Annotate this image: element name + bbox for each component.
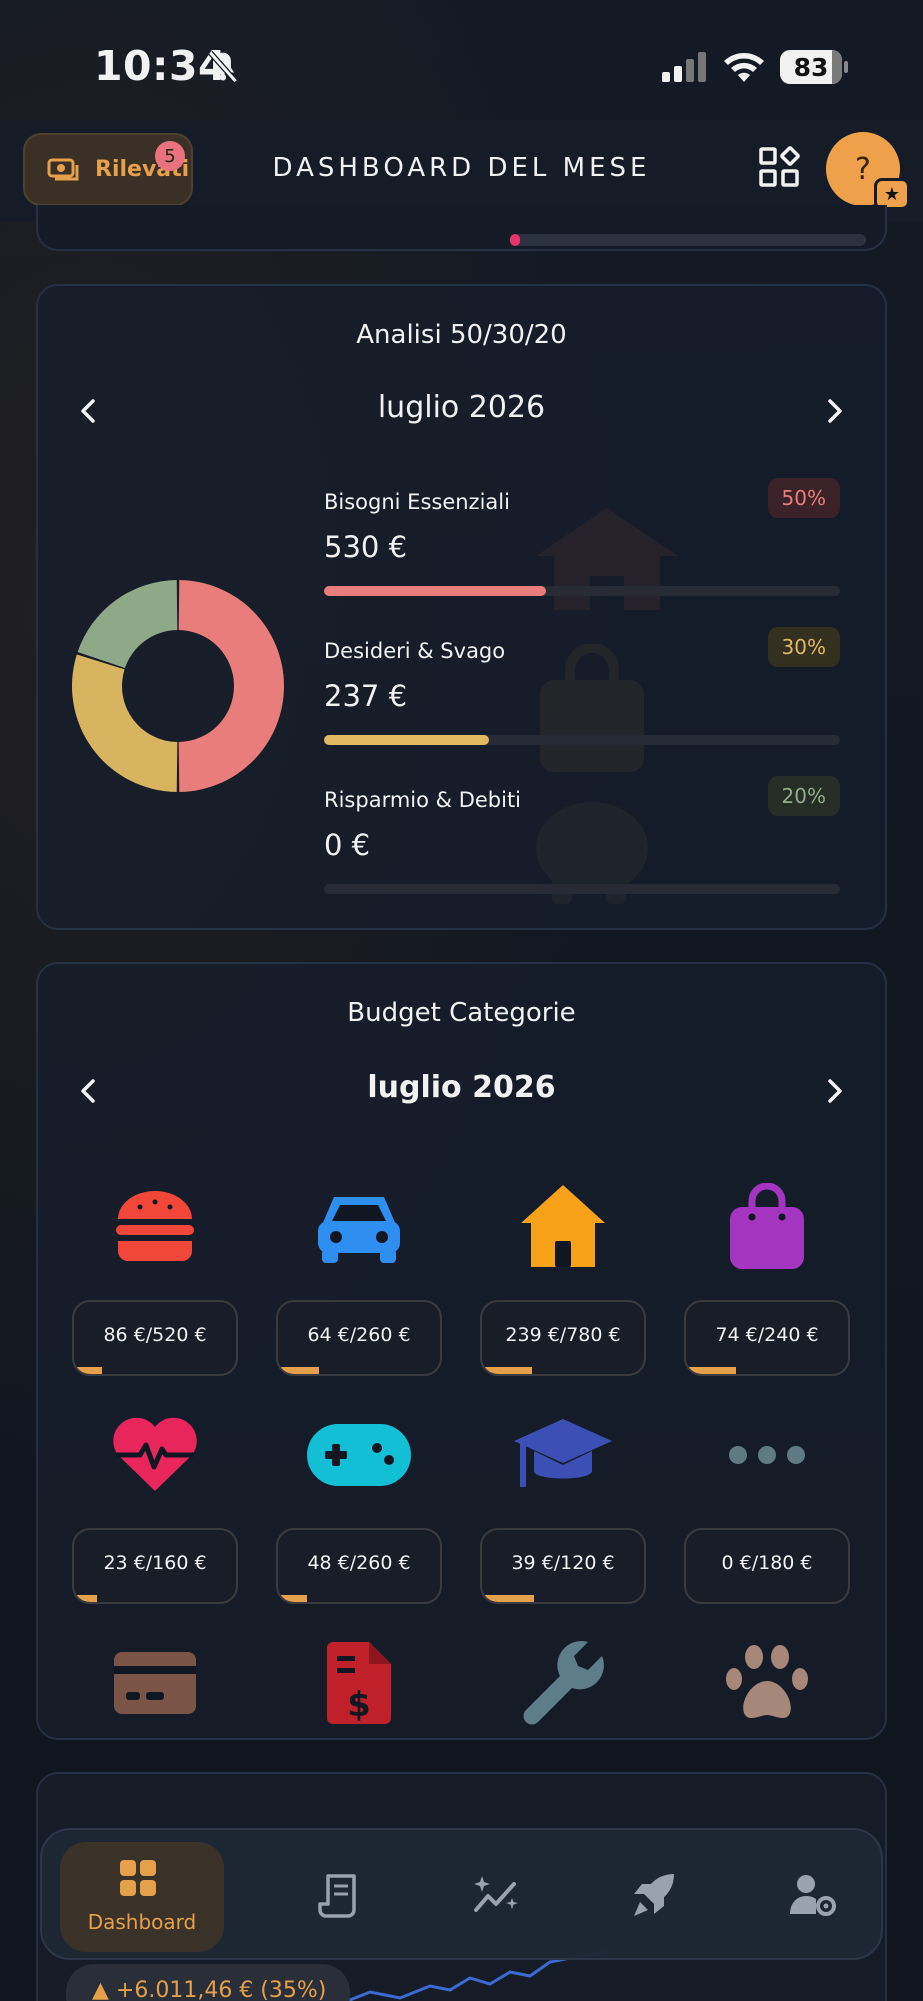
chevron-right-icon[interactable]	[819, 396, 849, 426]
category-progress-fill	[278, 1595, 308, 1602]
category-budget-pill: 239 €/780 €	[480, 1300, 646, 1376]
row-percent-badge: 20%	[767, 776, 840, 816]
analysis-month-nav: luglio 2026	[38, 382, 885, 442]
heart-pulse-icon	[72, 1410, 238, 1500]
dashboard-icon	[120, 1860, 156, 1896]
category-budget-label: 23 €/160 €	[103, 1552, 207, 1574]
budget-month-nav: luglio 2026	[38, 1062, 885, 1122]
performance-pill: ▲ +6.011,46 € (35%)	[66, 1964, 350, 2001]
category-budget-label: 39 €/120 €	[511, 1552, 615, 1574]
category-budget-pill: 39 €/120 €	[480, 1528, 646, 1604]
category-budget-label: 74 €/240 €	[715, 1324, 819, 1346]
donut-chart	[72, 580, 285, 792]
row-amount: 0 €	[324, 828, 371, 862]
category-progress-fill	[482, 1595, 534, 1602]
user-settings-icon[interactable]	[788, 1870, 838, 1920]
house-ghost-icon	[536, 508, 678, 610]
burger-icon	[72, 1182, 238, 1272]
status-bar: 10:34 83	[0, 0, 923, 120]
wifi-icon	[724, 53, 764, 82]
paw-icon	[684, 1638, 850, 1728]
bag-ghost-icon	[540, 644, 644, 772]
category-progress-fill	[74, 1367, 102, 1374]
category-budget-pill: 48 €/260 €	[276, 1528, 442, 1604]
category-budget-label: 0 €/180 €	[721, 1552, 813, 1574]
budget-card: Budget Categorie luglio 2026 86 €/520 €	[36, 962, 887, 1740]
svg-text:$: $	[347, 1685, 371, 1725]
row-name: Desideri & Svago	[324, 639, 506, 663]
help-button[interactable]: ? ★	[826, 132, 910, 210]
rocket-icon[interactable]	[630, 1870, 680, 1920]
category-budget-pill: 74 €/240 €	[684, 1300, 850, 1376]
category-budget-label: 86 €/520 €	[103, 1324, 207, 1346]
more-dots-icon	[684, 1410, 850, 1500]
car-icon	[276, 1182, 442, 1272]
category-budget-pill: 64 €/260 €	[276, 1300, 442, 1376]
analysis-month: luglio 2026	[377, 390, 546, 425]
nav-label-dashboard: Dashboard	[87, 1910, 197, 1934]
donut-slice-2	[77, 580, 178, 669]
battery-indicator: 83	[780, 50, 848, 84]
budget-title: Budget Categorie	[347, 998, 576, 1028]
chevron-right-icon[interactable]	[819, 1076, 849, 1106]
category-budget-label: 239 €/780 €	[505, 1324, 621, 1346]
row-name: Risparmio & Debiti	[324, 788, 522, 812]
category-progress-fill	[686, 1367, 737, 1374]
row-name: Bisogni Essenziali	[324, 490, 510, 514]
row-amount: 530 €	[324, 530, 408, 564]
category-budget-pill: 0 €/180 €	[684, 1528, 850, 1604]
row-progress-bar	[324, 586, 840, 596]
budget-month: luglio 2026	[367, 1070, 556, 1105]
category-budget-pill: 23 €/160 €	[72, 1528, 238, 1604]
category-budget-pill: 86 €/520 €	[72, 1300, 238, 1376]
bell-muted-icon	[208, 50, 238, 84]
analysis-card: Analisi 50/30/20 luglio 2026 Bisogni Ess…	[36, 284, 887, 930]
row-percent-badge: 30%	[767, 627, 840, 667]
graduation-cap-icon	[480, 1410, 646, 1500]
row-percent-badge: 50%	[767, 478, 840, 518]
category-progress-fill	[278, 1367, 319, 1374]
category-progress-fill	[482, 1367, 533, 1374]
house-icon	[480, 1182, 646, 1272]
help-label: ?	[855, 151, 871, 187]
credit-card-icon	[72, 1638, 238, 1728]
donut-slice-1	[72, 654, 178, 792]
donut-slice-0	[178, 580, 285, 792]
analysis-title: Analisi 50/30/20	[356, 320, 567, 350]
category-budget-label: 64 €/260 €	[307, 1324, 411, 1346]
shopping-bag-icon	[684, 1182, 850, 1272]
previous-progress-bar	[510, 234, 866, 246]
gamepad-icon	[276, 1410, 442, 1500]
sparkle-chart-icon[interactable]	[472, 1870, 522, 1920]
bottom-navigation: Dashboard	[40, 1828, 883, 1960]
receipt-icon[interactable]	[316, 1870, 366, 1920]
category-budget-label: 48 €/260 €	[307, 1552, 411, 1574]
widgets-icon[interactable]	[758, 146, 802, 190]
cellular-signal-icon	[662, 52, 706, 82]
category-progress-fill	[74, 1595, 97, 1602]
row-progress-bar	[324, 884, 840, 894]
invoice-dollar-icon: $	[276, 1638, 442, 1728]
row-progress-bar	[324, 735, 840, 745]
row-amount: 237 €	[324, 679, 408, 713]
wrench-icon	[480, 1638, 646, 1728]
